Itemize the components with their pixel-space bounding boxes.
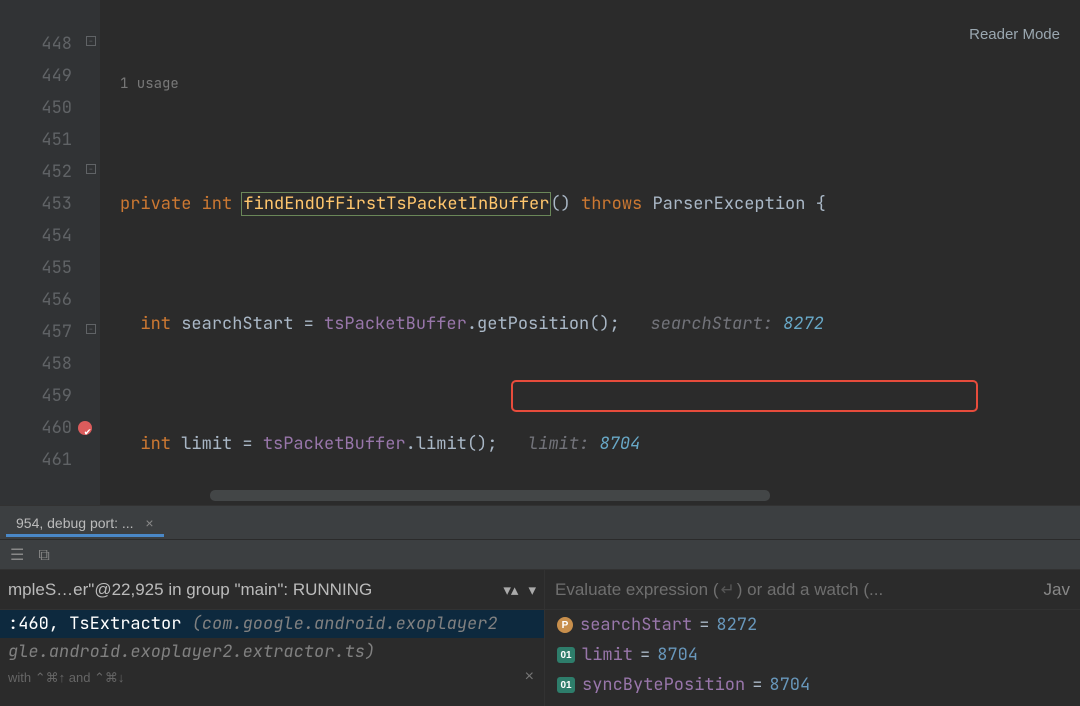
- language-indicator[interactable]: Jav: [1044, 580, 1070, 600]
- fold-icon[interactable]: −: [86, 164, 96, 174]
- frames-panel: mpleS…er"@22,925 in group "main": RUNNIN…: [0, 570, 545, 706]
- debug-toolbar: ☰ ⧉: [0, 539, 1080, 569]
- variable-name: limit: [582, 644, 633, 666]
- debug-body: mpleS…er"@22,925 in group "main": RUNNIN…: [0, 569, 1080, 706]
- method-declaration: findEndOfFirstTsPacketInBuffer: [242, 193, 550, 215]
- close-icon[interactable]: ×: [145, 515, 153, 531]
- gutter[interactable]: 448 449 450 451 452 453 454 455 456 457 …: [0, 0, 100, 505]
- fold-icon[interactable]: −: [86, 324, 96, 334]
- stack-frame-selected[interactable]: :460, TsExtractor (com.google.android.ex…: [0, 610, 544, 638]
- dropdown-icon[interactable]: ▾: [528, 581, 536, 599]
- usage-hint[interactable]: 1 usage: [100, 72, 1080, 100]
- frame-location: :460, TsExtractor: [8, 613, 192, 635]
- variable-value: 8704: [769, 674, 810, 696]
- line-number[interactable]: 459: [0, 380, 100, 412]
- variable-row[interactable]: P searchStart = 8272: [545, 610, 1080, 640]
- variable-name: syncBytePosition: [582, 674, 745, 696]
- debug-tab-bar: 954, debug port: ... ×: [0, 505, 1080, 539]
- debug-session-tab[interactable]: 954, debug port: ... ×: [6, 509, 164, 537]
- int-badge-icon: 01: [557, 677, 575, 693]
- variable-row[interactable]: 01 syncBytePosition = 8704: [545, 670, 1080, 700]
- fold-icon[interactable]: −: [86, 36, 96, 46]
- variable-value: 8704: [657, 644, 698, 666]
- variable-name: searchStart: [580, 614, 692, 636]
- line-number[interactable]: 456: [0, 284, 100, 316]
- code-area[interactable]: 1 usage private int findEndOfFirstTsPack…: [100, 0, 1080, 505]
- editor-pane: Reader Mode 448 449 450 451 452 453 454 …: [0, 0, 1080, 505]
- line-number[interactable]: 461: [0, 444, 100, 476]
- frame-package: (com.google.android.exoplayer2: [192, 613, 498, 635]
- line-number[interactable]: 448: [0, 28, 100, 60]
- variable-row[interactable]: 01 limit = 8704: [545, 640, 1080, 670]
- thread-selector-icon[interactable]: ☰: [10, 544, 24, 565]
- close-icon[interactable]: ×: [525, 668, 534, 686]
- debug-tab-label: 954, debug port: ...: [16, 515, 134, 531]
- code-line[interactable]: private int findEndOfFirstTsPacketInBuff…: [100, 188, 1080, 220]
- horizontal-scrollbar[interactable]: [210, 490, 770, 501]
- equals: =: [640, 644, 650, 666]
- line-number[interactable]: 455: [0, 252, 100, 284]
- evaluate-expression-input[interactable]: Evaluate expression (↵) or add a watch (…: [545, 570, 1080, 610]
- filter-icon[interactable]: ▾▴: [503, 581, 518, 599]
- code-editor[interactable]: 448 449 450 451 452 453 454 455 456 457 …: [0, 0, 1080, 505]
- frame-package: gle.android.exoplayer2.extractor.ts): [8, 641, 375, 663]
- line-number[interactable]: 454: [0, 220, 100, 252]
- navigation-hint: with ⌃⌘↑ and ⌃⌘↓ ×: [0, 666, 544, 690]
- line-number[interactable]: 458: [0, 348, 100, 380]
- line-number[interactable]: 450: [0, 92, 100, 124]
- code-line[interactable]: int limit = tsPacketBuffer.limit(); limi…: [100, 428, 1080, 460]
- enter-icon: ↵: [720, 580, 734, 600]
- code-line[interactable]: int searchStart = tsPacketBuffer.getPosi…: [100, 308, 1080, 340]
- line-number[interactable]: 457: [0, 316, 100, 348]
- line-number[interactable]: 453: [0, 188, 100, 220]
- layout-icon[interactable]: ⧉: [38, 544, 49, 565]
- variables-panel: Evaluate expression (↵) or add a watch (…: [545, 570, 1080, 706]
- parameter-badge-icon: P: [557, 617, 573, 633]
- thread-title: mpleS…er"@22,925 in group "main": RUNNIN…: [8, 580, 493, 600]
- thread-header[interactable]: mpleS…er"@22,925 in group "main": RUNNIN…: [0, 570, 544, 610]
- variable-value: 8272: [716, 614, 757, 636]
- stack-frame[interactable]: gle.android.exoplayer2.extractor.ts): [0, 638, 544, 666]
- int-badge-icon: 01: [557, 647, 575, 663]
- line-number[interactable]: 449: [0, 60, 100, 92]
- line-number[interactable]: 451: [0, 124, 100, 156]
- equals: =: [699, 614, 709, 636]
- line-number[interactable]: 452: [0, 156, 100, 188]
- annotation-highlight-box: [511, 380, 978, 412]
- equals: =: [752, 674, 762, 696]
- line-number-breakpoint[interactable]: 460: [0, 412, 100, 444]
